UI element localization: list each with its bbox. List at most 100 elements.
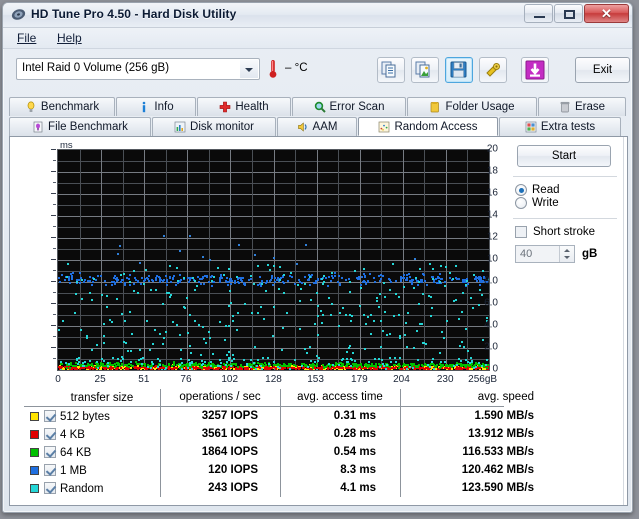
tab-error-scan[interactable]: Error Scan xyxy=(292,97,406,116)
save-button[interactable] xyxy=(445,57,473,83)
chart-point xyxy=(198,281,200,283)
tab-random-access[interactable]: Random Access xyxy=(358,117,498,136)
chart-point xyxy=(120,281,122,283)
chart-point xyxy=(83,365,85,367)
tab-file-benchmark[interactable]: File Benchmark xyxy=(9,117,151,136)
row-transfer-size-label: 64 KB xyxy=(60,447,91,459)
chart-point xyxy=(305,244,307,246)
chart-point xyxy=(213,276,215,278)
chart-point xyxy=(402,277,404,279)
bulb-icon xyxy=(25,101,37,113)
row-checkbox[interactable] xyxy=(44,410,56,422)
chart-point xyxy=(486,317,488,319)
chart-point xyxy=(232,320,234,322)
row-operations: 243 IOPS xyxy=(160,479,280,497)
row-checkbox[interactable] xyxy=(44,464,56,476)
chart-point xyxy=(260,365,262,367)
chart-point xyxy=(68,363,70,365)
minimize-button[interactable] xyxy=(524,4,553,23)
chart-point xyxy=(173,363,175,365)
chart-point xyxy=(133,290,135,292)
chart-point xyxy=(114,283,116,285)
row-transfer-size[interactable]: 1 MB xyxy=(44,464,160,477)
short-stroke-stepper[interactable]: 40 xyxy=(515,245,575,263)
row-transfer-size[interactable]: 512 bytes xyxy=(44,410,160,423)
chart-point xyxy=(81,298,83,300)
row-transfer-size[interactable]: Random xyxy=(44,482,160,495)
y-axis-tick-label: 4.0 xyxy=(468,320,498,331)
y-axis-minor-tick xyxy=(53,336,56,337)
chart-point xyxy=(221,277,223,279)
chart-point xyxy=(225,364,227,366)
stepper-arrows-icon[interactable] xyxy=(559,246,574,262)
grid-line-v xyxy=(360,150,361,370)
y-axis-tick xyxy=(51,259,56,260)
chart-point xyxy=(296,263,298,265)
tab-benchmark[interactable]: Benchmark xyxy=(9,97,115,116)
chart-point xyxy=(350,365,352,367)
copy-button[interactable] xyxy=(377,57,405,83)
row-transfer-size[interactable]: 4 KB xyxy=(44,428,160,441)
maximize-button[interactable] xyxy=(554,4,583,23)
short-stroke-unit: gB xyxy=(582,248,597,260)
tab-extra-tests[interactable]: Extra tests xyxy=(499,117,621,136)
chart-point xyxy=(248,279,250,281)
options-button[interactable] xyxy=(479,57,507,83)
chart-point xyxy=(384,296,386,298)
chart-point xyxy=(176,267,178,269)
chart-point xyxy=(232,315,234,317)
chart-point xyxy=(436,282,438,284)
chart-point xyxy=(265,282,267,284)
tab-aam[interactable]: AAM xyxy=(277,117,357,136)
radio-write[interactable]: Write xyxy=(515,197,617,209)
chart-point xyxy=(244,303,246,305)
row-transfer-size[interactable]: 64 KB xyxy=(44,446,160,459)
tab-erase[interactable]: Erase xyxy=(538,97,626,116)
screenshot-button[interactable] xyxy=(411,57,439,83)
row-checkbox[interactable] xyxy=(44,428,56,440)
chart-point xyxy=(272,284,274,286)
chart-point xyxy=(422,293,424,295)
tab-folder-usage[interactable]: Folder Usage xyxy=(407,97,537,116)
radio-read[interactable]: Read xyxy=(515,184,617,196)
chart-point xyxy=(90,367,92,369)
chart-point xyxy=(183,277,185,279)
chart-point xyxy=(163,235,165,237)
chart-point xyxy=(368,361,370,363)
close-button[interactable]: ✕ xyxy=(584,4,629,23)
tab-disk-monitor[interactable]: Disk monitor xyxy=(152,117,276,136)
chart-point xyxy=(327,368,329,370)
chart-point xyxy=(89,280,91,282)
toolbar-buttons xyxy=(377,57,549,83)
chart-point xyxy=(269,269,271,271)
download-button[interactable] xyxy=(521,57,549,83)
row-checkbox[interactable] xyxy=(44,482,56,494)
chart-point xyxy=(127,350,129,352)
tab-health[interactable]: Health xyxy=(197,97,291,116)
chart-point xyxy=(164,369,166,371)
tab-info[interactable]: Info xyxy=(116,97,196,116)
exit-button[interactable]: Exit xyxy=(575,57,630,83)
chart-point xyxy=(103,323,105,325)
chart-point xyxy=(194,280,196,282)
start-button[interactable]: Start xyxy=(517,145,611,167)
chevron-down-icon[interactable] xyxy=(240,60,258,78)
chart-point xyxy=(169,265,171,267)
chart-point xyxy=(204,361,206,363)
menu-item-file[interactable]: File xyxy=(11,31,42,45)
short-stroke-checkbox[interactable]: Short stroke xyxy=(515,226,617,238)
chart-point xyxy=(383,365,385,367)
tab-file-benchmark-label: File Benchmark xyxy=(48,121,128,133)
chart-point xyxy=(286,365,288,367)
chart-point xyxy=(197,276,199,278)
row-checkbox[interactable] xyxy=(44,446,56,458)
chart-point xyxy=(183,364,185,366)
cross-icon xyxy=(219,101,231,113)
chart-point xyxy=(348,278,350,280)
short-stroke-size-row: 40 gB xyxy=(515,245,617,263)
y-axis-tick xyxy=(51,281,56,282)
drive-select[interactable]: Intel Raid 0 Volume (256 gB) xyxy=(16,58,260,80)
chart-point xyxy=(390,361,392,363)
chart-point xyxy=(411,279,413,281)
menu-item-help[interactable]: Help xyxy=(51,31,88,45)
